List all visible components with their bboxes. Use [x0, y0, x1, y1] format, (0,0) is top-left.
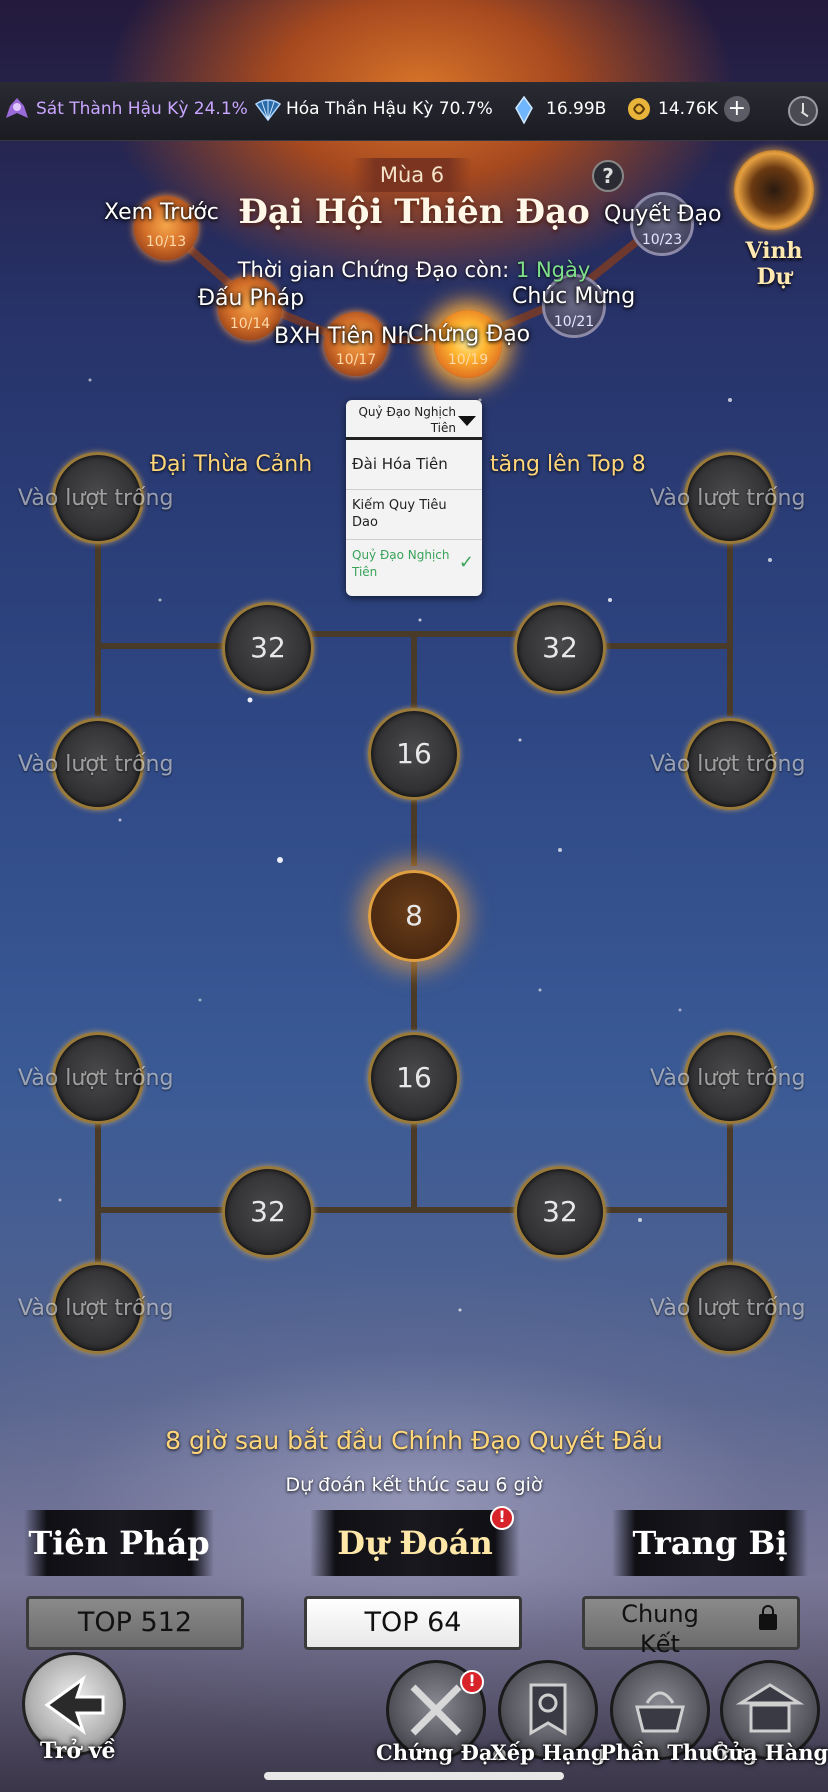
- empty-slot-label: Vào lượt trống: [18, 1066, 174, 1091]
- option-label: Đài Hóa Tiên: [352, 455, 448, 473]
- tab-du-doan[interactable]: Dự Đoán: [310, 1510, 520, 1576]
- empty-slot-label: Vào lượt trống: [18, 752, 174, 777]
- tab-alert-icon: !: [490, 1506, 514, 1530]
- empty-slot-label: Vào lượt trống: [650, 752, 806, 777]
- dropdown-selected[interactable]: Quỷ Đạo Nghịch Tiên: [346, 400, 482, 440]
- empty-slot-label: Vào lượt trống: [650, 486, 806, 511]
- home-indicator[interactable]: [264, 1772, 564, 1780]
- empty-slot-label: Vào lượt trống: [18, 486, 174, 511]
- nav-phan-thuong[interactable]: Phần Thưởng: [600, 1660, 757, 1765]
- dropdown-option[interactable]: Đài Hóa Tiên: [346, 440, 482, 490]
- tab-tien-phap[interactable]: Tiên Pháp: [24, 1510, 214, 1576]
- caret-down-icon: [458, 416, 476, 426]
- top-512-button[interactable]: TOP 512: [26, 1596, 244, 1650]
- dropdown-option-selected[interactable]: Quỷ Đạo Nghịch Tiên ✓: [346, 540, 482, 592]
- nav-label: Chứng Đạo: [376, 1740, 507, 1765]
- group-dropdown[interactable]: Quỷ Đạo Nghịch Tiên Đài Hóa Tiên Kiếm Qu…: [346, 400, 482, 596]
- duel-countdown: 8 giờ sau bắt đầu Chính Đạo Quyết Đấu: [165, 1426, 663, 1455]
- nav-xep-hang[interactable]: Xếp Hạng: [490, 1660, 606, 1765]
- checkmark-icon: ✓: [458, 552, 474, 573]
- round-32-node[interactable]: 32: [222, 602, 314, 694]
- dropdown-option[interactable]: Kiếm Quy Tiêu Dao: [346, 490, 482, 540]
- round-32-node[interactable]: 32: [514, 602, 606, 694]
- round-8-node[interactable]: 8: [368, 870, 460, 962]
- option-label: Kiếm Quy Tiêu Dao: [352, 498, 447, 530]
- dropdown-selected-label: Quỷ Đạo Nghịch Tiên: [358, 405, 456, 435]
- final-button-label: Chung Kết: [621, 1600, 699, 1658]
- round-32-node[interactable]: 32: [222, 1166, 314, 1258]
- back-label: Trở về: [40, 1738, 116, 1764]
- round-16-node[interactable]: 16: [368, 1032, 460, 1124]
- empty-slot-label: Vào lượt trống: [650, 1066, 806, 1091]
- empty-slot-label: Vào lượt trống: [18, 1296, 174, 1321]
- option-label: Quỷ Đạo Nghịch Tiên: [352, 548, 450, 579]
- nav-label: Cửa Hàng: [711, 1740, 828, 1765]
- empty-slot-label: Vào lượt trống: [650, 1296, 806, 1321]
- round-16-node[interactable]: 16: [368, 708, 460, 800]
- top-64-button[interactable]: TOP 64: [304, 1596, 522, 1650]
- nav-label: Xếp Hạng: [490, 1740, 606, 1765]
- lock-icon: [759, 1605, 777, 1630]
- final-button[interactable]: Chung Kết: [582, 1596, 800, 1658]
- round-32-node[interactable]: 32: [514, 1166, 606, 1258]
- nav-label: Phần Thưởng: [600, 1740, 758, 1765]
- nav-alert-icon: !: [460, 1670, 484, 1694]
- game-screen: Sát Thành Hậu Kỳ 24.1% Hóa Thần Hậu Kỳ 7…: [0, 0, 828, 1792]
- tab-trang-bi[interactable]: Trang Bị: [612, 1510, 808, 1576]
- nav-cua-hang[interactable]: Cửa Hàng: [712, 1660, 828, 1765]
- prediction-countdown: Dự đoán kết thúc sau 6 giờ: [285, 1474, 543, 1496]
